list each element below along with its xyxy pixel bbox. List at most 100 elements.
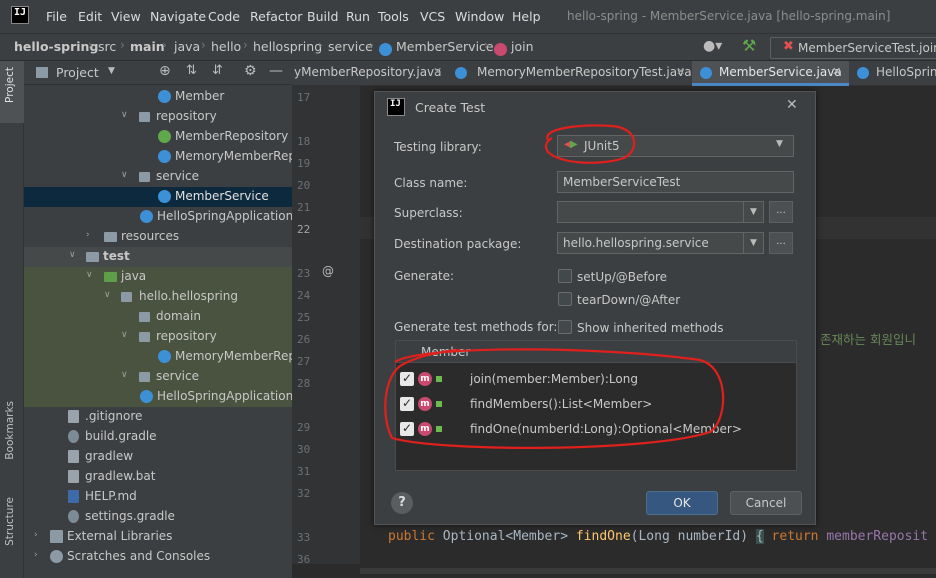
chevron-down-icon[interactable]: ▼ — [108, 66, 115, 76]
project-tool-tab[interactable]: Project — [4, 67, 16, 103]
chevron-down-icon[interactable]: ▼ — [743, 202, 763, 222]
chevron-down-icon[interactable]: ∨ — [69, 250, 76, 260]
method-checkbox[interactable] — [400, 396, 414, 411]
expand-all-icon[interactable]: ⇅ — [186, 63, 197, 78]
show-inherited-checkbox[interactable] — [558, 320, 572, 334]
superclass-browse-button[interactable]: ... — [769, 201, 793, 223]
breadcrumb-join[interactable]: join — [511, 39, 534, 54]
method-icon — [494, 43, 507, 56]
method-row-join[interactable]: m join(member:Member):Long — [396, 367, 796, 391]
breadcrumb-java[interactable]: java — [174, 39, 200, 54]
close-icon[interactable]: ✕ — [786, 97, 798, 113]
tree-item-service[interactable]: ∨ service — [24, 167, 292, 187]
tree-item-test[interactable]: ∨ test — [24, 247, 292, 267]
run-configuration-selector[interactable]: ✖ MemberServiceTest.join — [770, 37, 936, 59]
close-icon[interactable]: ✕ — [832, 65, 841, 78]
tree-item-external-libraries[interactable]: › External Libraries — [24, 527, 292, 547]
menu-vcs[interactable]: VCS — [420, 9, 445, 24]
menu-edit[interactable]: Edit — [78, 9, 102, 24]
testing-library-dropdown[interactable]: ◀ ▶ JUnit5 ▼ — [557, 135, 794, 157]
menu-navigate[interactable]: Navigate — [150, 9, 206, 24]
menu-build[interactable]: Build — [307, 9, 338, 24]
chevron-down-icon[interactable]: ∨ — [121, 370, 128, 380]
breadcrumb-hellospring[interactable]: hellospring — [253, 39, 322, 54]
tab-memberservice-active[interactable]: MemberService.java ✕ — [692, 61, 849, 86]
chevron-right-icon[interactable]: › — [34, 550, 38, 560]
breadcrumb-src[interactable]: src — [98, 39, 116, 54]
tree-item-domain[interactable]: domain — [24, 307, 292, 327]
menu-code[interactable]: Code — [208, 9, 240, 24]
method-checkbox[interactable] — [400, 421, 414, 436]
menu-view[interactable]: View — [111, 9, 141, 24]
tree-item-scratches[interactable]: › Scratches and Consoles — [24, 547, 292, 567]
tree-item-helpmd[interactable]: HELP.md — [24, 487, 292, 507]
tree-item-resources[interactable]: › resources — [24, 227, 292, 247]
breadcrumb-memberservice[interactable]: MemberService — [396, 39, 494, 54]
menu-help[interactable]: Help — [512, 9, 541, 24]
gear-icon[interactable]: ⚙ — [244, 63, 257, 79]
setup-checkbox[interactable] — [558, 269, 572, 283]
chevron-down-icon[interactable]: ∨ — [121, 110, 128, 120]
breadcrumb-service[interactable]: service — [328, 39, 373, 54]
tree-item-hellohellospring[interactable]: ∨ hello.hellospring — [24, 287, 292, 307]
method-row-findmembers[interactable]: m findMembers():List<Member> — [396, 392, 796, 416]
chevron-down-icon[interactable]: ∨ — [86, 270, 93, 280]
locate-icon[interactable]: ⊕ — [159, 63, 171, 79]
method-row-findone[interactable]: m findOne(numberId:Long):Optional<Member… — [396, 417, 796, 441]
tree-item-member[interactable]: Member — [24, 87, 292, 107]
collapse-all-icon[interactable]: ⇵ — [212, 63, 223, 78]
tree-item-hellospringapplication[interactable]: HelloSpringApplication — [24, 207, 292, 227]
tree-item-gradlew[interactable]: gradlew — [24, 447, 292, 467]
hide-panel-icon[interactable]: — — [269, 63, 283, 79]
menu-file[interactable]: File — [46, 9, 67, 24]
tab-hellospring[interactable]: HelloSpring — [876, 65, 936, 79]
help-button[interactable]: ? — [391, 492, 413, 514]
tree-item-gradlewbat[interactable]: gradlew.bat — [24, 467, 292, 487]
build-hammer-icon[interactable]: ⚒ — [742, 36, 756, 55]
tree-item-hellospringapplicationtests[interactable]: HelloSpringApplicationTe — [24, 387, 292, 407]
method-checkbox[interactable] — [400, 371, 414, 386]
project-view-selector[interactable]: Project — [56, 65, 99, 80]
bookmarks-tool-tab[interactable]: Bookmarks — [4, 401, 16, 460]
tree-item-gitignore[interactable]: .gitignore — [24, 407, 292, 427]
menu-run[interactable]: Run — [346, 9, 370, 24]
chevron-down-icon[interactable]: ∨ — [104, 290, 111, 300]
tree-item-repository[interactable]: ∨ repository — [24, 107, 292, 127]
superclass-combobox[interactable]: ▼ — [557, 201, 764, 223]
breadcrumb-project[interactable]: hello-spring — [14, 39, 98, 54]
tree-item-memberservice-selected[interactable]: MemberService — [24, 187, 292, 207]
teardown-checkbox[interactable] — [558, 292, 572, 306]
tree-item-test-service[interactable]: ∨ service — [24, 367, 292, 387]
ok-button[interactable]: OK — [646, 491, 718, 515]
tree-item-test-repository[interactable]: ∨ repository — [24, 327, 292, 347]
tree-item-buildgradle[interactable]: build.gradle — [24, 427, 292, 447]
destination-package-browse-button[interactable]: ... — [769, 232, 793, 254]
chevron-right-icon[interactable]: › — [86, 230, 90, 240]
chevron-down-icon[interactable]: ∨ — [121, 330, 128, 340]
chevron-down-icon[interactable]: ▼ — [743, 233, 763, 253]
menu-window[interactable]: Window — [455, 9, 504, 24]
destination-package-combobox[interactable]: hello.hellospring.service ▼ — [557, 232, 764, 254]
breadcrumb-hello[interactable]: hello — [211, 39, 241, 54]
tree-item-settingsgradle[interactable]: settings.gradle — [24, 507, 292, 527]
tree-item-java[interactable]: ∨ java — [24, 267, 292, 287]
close-icon[interactable]: ✕ — [676, 65, 685, 78]
chevron-down-icon[interactable]: ∨ — [121, 170, 128, 180]
horizontal-scrollbar[interactable] — [360, 564, 936, 578]
user-icon[interactable]: ●▾ — [703, 38, 722, 54]
menu-tools[interactable]: Tools — [378, 9, 409, 24]
breadcrumb-main[interactable]: main — [130, 39, 165, 54]
method-icon: m — [418, 397, 432, 411]
menu-refactor[interactable]: Refactor — [250, 9, 302, 24]
tree-item-memorymemberrepositorytest[interactable]: MemoryMemberRepo — [24, 347, 292, 367]
chevron-right-icon[interactable]: › — [34, 530, 38, 540]
tab-memberrepository[interactable]: yMemberRepository.java — [294, 65, 442, 79]
class-name-field[interactable]: MemberServiceTest — [557, 171, 794, 193]
tree-item-memberrepository[interactable]: MemberRepository — [24, 127, 292, 147]
tab-memorymemberrepositorytest[interactable]: MemoryMemberRepositoryTest.java — [477, 65, 692, 79]
structure-tool-tab[interactable]: Structure — [4, 497, 16, 546]
close-icon[interactable]: ✕ — [433, 65, 442, 78]
tree-item-memorymemberrepository[interactable]: MemoryMemberRepo — [24, 147, 292, 167]
scrollbar-thumb[interactable] — [360, 568, 936, 574]
cancel-button[interactable]: Cancel — [730, 491, 802, 515]
